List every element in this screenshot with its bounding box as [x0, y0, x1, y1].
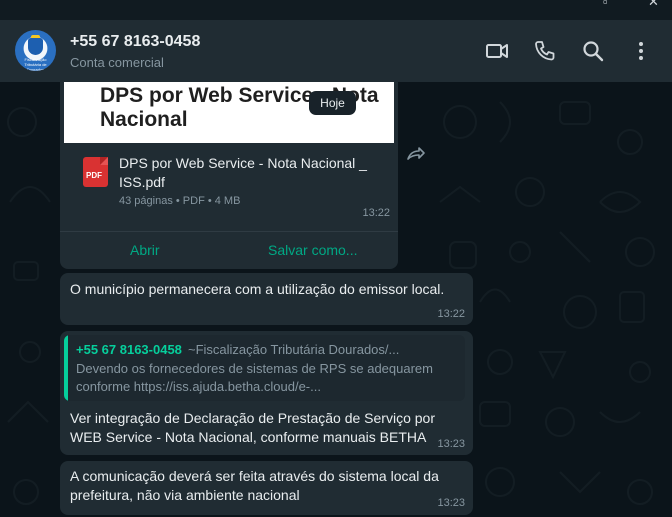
document-file-name: DPS por Web Service - Nota Nacional _ IS… [119, 155, 367, 190]
quoted-message[interactable]: +55 67 8163-0458 ~Fiscalização Tributári… [64, 335, 465, 401]
restore-icon[interactable]: ▫ [603, 0, 608, 9]
avatar[interactable]: Fiscalização Tributária de Dourados [15, 30, 56, 71]
message-text: O município permanecera com a utilização… [70, 281, 445, 297]
reply-message-bubble[interactable]: +55 67 8163-0458 ~Fiscalização Tributári… [60, 331, 473, 455]
message-time: 13:22 [362, 207, 390, 219]
voice-call-icon[interactable] [533, 39, 557, 63]
message-time: 13:22 [437, 308, 465, 320]
crest-shield [28, 38, 43, 55]
quote-text: Devendo os fornecedores de sistemas de R… [76, 361, 433, 394]
document-info[interactable]: PDF DPS por Web Service - Nota Nacional … [60, 152, 398, 222]
quote-group: ~Fiscalização Tributária Dourados/... [188, 342, 400, 357]
date-pill: Hoje [309, 91, 356, 115]
video-call-icon[interactable] [485, 39, 509, 63]
menu-dots-icon[interactable] [629, 39, 653, 63]
contact-subtitle: Conta comercial [70, 55, 164, 70]
quote-bar [64, 335, 68, 401]
search-icon[interactable] [581, 39, 605, 63]
pdf-file-icon: PDF [83, 157, 108, 187]
message-time: 13:23 [437, 438, 465, 450]
message-bubble[interactable]: O município permanecera com a utilização… [60, 273, 473, 325]
open-document-button[interactable]: Abrir [130, 242, 160, 258]
forward-icon[interactable] [406, 146, 426, 162]
close-icon[interactable]: ✕ [648, 0, 659, 10]
message-time: 13:23 [437, 497, 465, 509]
chat-header: Fiscalização Tributária de Dourados +55 … [0, 20, 672, 82]
message-bubble[interactable]: A comunicação deverá ser feita através d… [60, 461, 473, 515]
window-titlebar: ▫ ✕ [0, 0, 672, 20]
quote-author: +55 67 8163-0458 [76, 342, 182, 357]
message-text: Ver integração de Declaração de Prestaçã… [70, 410, 435, 445]
pdf-label: PDF [86, 171, 102, 180]
chat-area[interactable]: DPS por Web Service - Nota Nacional PDF … [0, 82, 672, 517]
message-text: A comunicação deverá ser feita através d… [70, 468, 439, 503]
document-meta: 43 páginas • PDF • 4 MB [119, 195, 241, 207]
avatar-caption: Fiscalização Tributária de Dourados [24, 57, 47, 71]
contact-name[interactable]: +55 67 8163-0458 [70, 33, 200, 51]
document-actions: Abrir Salvar como... [60, 231, 398, 269]
save-as-button[interactable]: Salvar como... [268, 242, 357, 258]
